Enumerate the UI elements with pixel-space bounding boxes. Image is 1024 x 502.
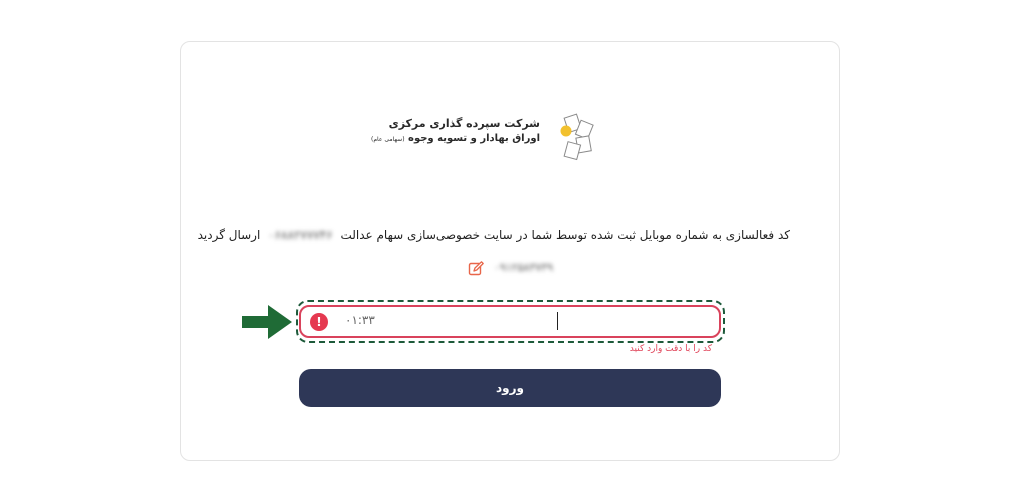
edit-icon[interactable] (467, 260, 485, 278)
masked-national-id: ۰۶۸۸۲۷۷۷۴۶ (268, 228, 333, 242)
company-logo: شرکت سپرده گذاری مرکزی اوراق بهادار و تس… (371, 112, 600, 164)
phone-number: ۰۹۱۲۵۸۳۷۳۹ (494, 261, 554, 274)
activation-message: کد فعالسازی به شماره موبایل ثبت شده توسط… (198, 228, 790, 242)
text-cursor (557, 312, 558, 330)
logo-line1: شرکت سپرده گذاری مرکزی (388, 117, 540, 130)
arrow-right-icon (242, 305, 292, 339)
logo-text: شرکت سپرده گذاری مرکزی اوراق بهادار و تس… (371, 116, 540, 147)
logo-emblem-icon (548, 113, 594, 161)
error-icon: ! (310, 313, 328, 331)
countdown-timer: ۰۱:۳۳ (345, 313, 375, 327)
message-suffix: ارسال گردید (197, 228, 261, 242)
login-button[interactable]: ورود (299, 369, 721, 407)
logo-line2: اوراق بهادار و تسویه وجوه (سهامی عام) (371, 133, 540, 144)
message-text: کد فعالسازی به شماره موبایل ثبت شده توسط… (340, 228, 790, 242)
phone-row: ۰۹۱۲۵۸۳۷۳۹ (460, 259, 570, 279)
error-message: کد را با دقت وارد کنید (629, 344, 712, 354)
otp-input[interactable]: ! ۰۱:۳۳ (299, 305, 721, 338)
